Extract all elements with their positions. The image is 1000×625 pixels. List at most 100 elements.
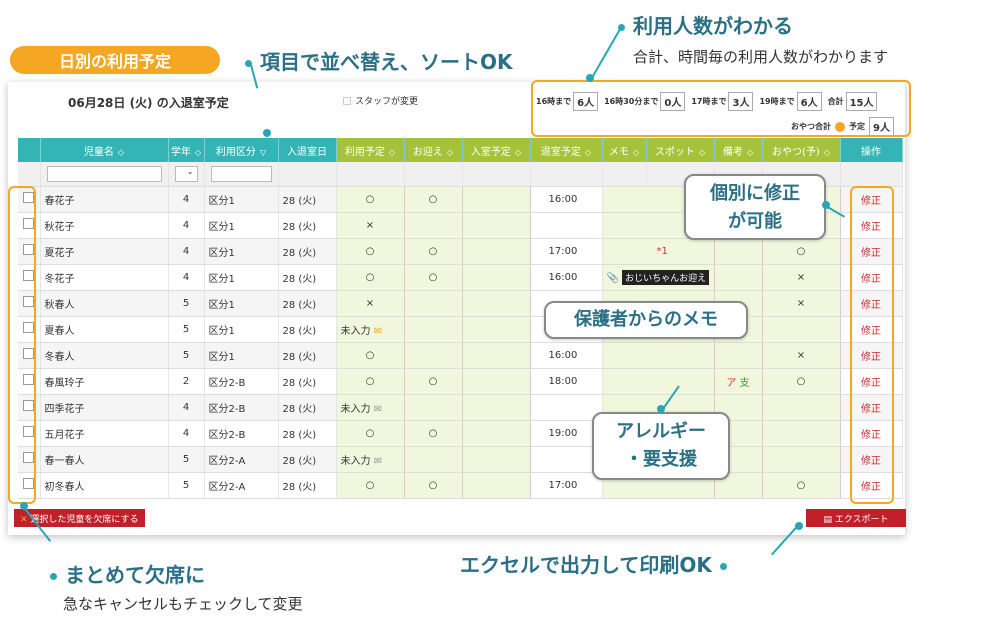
connector-dot [20,502,28,510]
staff-changed-toggle[interactable]: スタッフが変更 [343,94,418,107]
kubun-filter-input[interactable] [210,165,272,182]
in-cell[interactable] [462,368,531,395]
name-filter-input[interactable] [46,165,162,182]
snack-cell[interactable]: ○ [762,238,841,265]
in-cell[interactable] [462,316,531,343]
sort-icon[interactable]: ◇ [195,148,201,157]
plan-cell[interactable]: ○ [336,186,405,213]
col-out[interactable]: 退室予定 ◇ [530,138,603,162]
pickup-cell[interactable]: ○ [404,368,463,395]
snack-cell[interactable]: × [762,290,841,317]
filter-empty [602,162,647,187]
in-cell[interactable] [462,420,531,447]
plan-value: ○ [365,271,375,283]
col-snack[interactable]: おやつ(予) ◇ [762,138,841,162]
col-memo[interactable]: メモ ◇ [602,138,647,162]
snack-cell[interactable] [762,446,841,473]
table-row: 夏花子4区分128 (火)○○17:00*1*1○修正 [18,238,903,265]
plan-cell[interactable]: 未入力 ✉ [336,316,405,343]
filter-grade-cell: ⌄ [168,162,205,187]
col-note[interactable]: 備考 ◇ [714,138,763,162]
grade-filter-select[interactable]: ⌄ [174,165,198,182]
sort-icon[interactable]: ◇ [389,148,395,157]
grade-cell: 4 [168,238,205,265]
memo-cell[interactable] [602,342,715,369]
name-cell: 四季花子 [40,394,169,421]
out-cell[interactable]: 17:00 [530,472,603,499]
plan-cell[interactable]: 未入力 ✉ [336,394,405,421]
mail-icon[interactable]: ✉ [374,456,382,467]
memo-cell[interactable] [602,368,715,395]
sort-icon[interactable]: ◇ [633,148,639,157]
in-cell[interactable] [462,446,531,473]
pickup-cell[interactable] [404,316,463,343]
pickup-cell[interactable]: ○ [404,420,463,447]
staff-changed-checkbox[interactable] [343,96,351,105]
col-plan[interactable]: 利用予定 ◇ [336,138,405,162]
export-button[interactable]: ▤ エクスポート [806,509,906,527]
pickup-cell[interactable]: ○ [404,186,463,213]
snack-cell[interactable]: ○ [762,472,841,499]
in-cell[interactable] [462,238,531,265]
col-pickup[interactable]: お迎え ◇ [404,138,463,162]
table-row: 四季花子 4 区分2-B 28 (火) 未入力 ✉ 修正 [18,394,903,421]
in-cell[interactable] [462,472,531,499]
plan-cell[interactable]: 未入力 ✉ [336,446,405,473]
col-in[interactable]: 入室予定 ◇ [462,138,531,162]
in-cell[interactable] [462,290,531,317]
pickup-cell[interactable]: ○ [404,472,463,499]
snack-cell[interactable]: ○ [762,368,841,395]
snack-cell[interactable]: × [762,342,841,369]
snack-cell[interactable] [762,316,841,343]
in-cell[interactable] [462,212,531,239]
sort-icon[interactable]: ◇ [747,148,753,157]
pickup-cell[interactable] [404,342,463,369]
plan-cell[interactable]: ○ [336,420,405,447]
plan-cell[interactable]: ○ [336,472,405,499]
col-name[interactable]: 児童名 ◇ [40,138,169,162]
out-cell[interactable] [530,212,603,239]
table-row: 夏春人 5 区分1 28 (火) 未入力 ✉ 修正 [18,316,903,343]
pickup-cell[interactable] [404,394,463,421]
in-cell[interactable] [462,342,531,369]
out-cell[interactable]: 16:00 [530,342,603,369]
out-cell[interactable]: 16:00 [530,186,603,213]
out-cell[interactable]: 17:00 [530,238,603,265]
memo-cell[interactable]: *1 [602,238,715,265]
paperclip-icon: 📎 [606,272,619,284]
sort-icon[interactable]: ◇ [824,148,830,157]
sort-icon[interactable]: ◇ [585,148,591,157]
plan-cell[interactable]: × [336,212,405,239]
plan-cell[interactable]: ○ [336,238,405,265]
pickup-cell[interactable] [404,290,463,317]
sort-icon[interactable]: ▽ [260,148,266,157]
plan-cell[interactable]: × [336,290,405,317]
in-cell[interactable] [462,394,531,421]
out-cell[interactable]: 18:00 [530,368,603,395]
pickup-cell[interactable]: ○ [404,238,463,265]
memo-cell[interactable]: 📎 おじいちゃんお迎え [602,264,715,291]
sort-icon[interactable]: ◇ [515,148,521,157]
plan-cell[interactable]: ○ [336,342,405,369]
sort-icon[interactable]: ◇ [118,148,124,157]
snack-cell[interactable] [762,420,841,447]
pickup-cell[interactable] [404,446,463,473]
snack-cell[interactable]: × [762,264,841,291]
sort-icon[interactable]: ◇ [699,148,705,157]
col-grade[interactable]: 学年 ◇ [168,138,205,162]
in-cell[interactable] [462,186,531,213]
date-cell: 28 (火) [278,472,337,499]
out-cell[interactable] [530,394,603,421]
pickup-cell[interactable]: ○ [404,264,463,291]
plan-cell[interactable]: ○ [336,264,405,291]
plan-cell[interactable]: ○ [336,368,405,395]
snack-cell[interactable] [762,394,841,421]
sort-icon[interactable]: ◇ [447,148,453,157]
in-cell[interactable] [462,264,531,291]
mail-icon[interactable]: ✉ [374,326,382,337]
out-cell[interactable]: 16:00 [530,264,603,291]
pickup-cell[interactable] [404,212,463,239]
mail-icon[interactable]: ✉ [374,404,382,415]
col-spot[interactable]: スポット ◇ [646,138,715,162]
col-kubun[interactable]: 利用区分 ▽ [204,138,279,162]
